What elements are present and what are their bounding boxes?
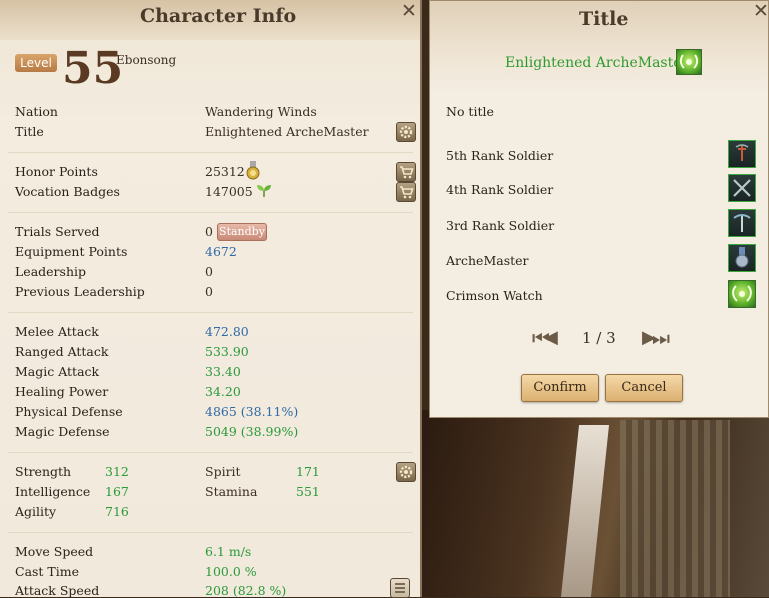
agility-value: 716 [105,504,129,519]
strength-value: 312 [105,464,129,479]
intelligence-value: 167 [105,484,129,499]
vocation-badges-label: Vocation Badges [15,184,120,199]
vocation-shop-cart-icon[interactable] [396,182,416,202]
level-badge: Level [15,54,57,72]
divider [8,532,413,533]
last-page-icon[interactable]: ⏭ [652,326,670,350]
title-option-archemaster[interactable]: ArcheMaster [446,253,529,268]
strength-label: Strength [15,464,72,479]
laurel-icon [676,49,702,75]
vocation-badges-value: 147005 [205,184,253,199]
confirm-button[interactable]: Confirm [521,374,599,402]
title-option-crimson-watch[interactable]: Crimson Watch [446,288,543,303]
healing-power-label: Healing Power [15,384,109,399]
ranged-attack-label: Ranged Attack [15,344,109,359]
physical-defense-label: Physical Defense [15,404,123,419]
honor-medal-icon [246,161,260,180]
title-label: Title [15,124,44,139]
equipment-points-label: Equipment Points [15,244,128,259]
stamina-value: 551 [296,484,320,499]
magic-attack-label: Magic Attack [15,364,100,379]
light-beam [560,425,610,597]
healing-power-value: 34.20 [205,384,241,399]
standby-badge[interactable]: Standby [217,223,267,241]
intelligence-label: Intelligence [15,484,91,499]
divider [8,452,413,453]
divider [8,152,413,153]
magic-defense-label: Magic Defense [15,424,110,439]
attributes-settings-gear-icon[interactable] [396,462,416,482]
close-icon[interactable]: ✕ [400,2,418,21]
cast-time-value: 100.0 % [205,564,257,579]
vocation-leaf-icon [257,185,271,197]
previous-leadership-value: 0 [205,284,213,299]
character-info-panel: Character Info ✕ Level 55 Ebonsong Natio… [0,0,422,598]
page-indicator: 1 / 3 [582,329,616,347]
physical-defense-value: 4865 (38.11%) [205,404,299,419]
character-name: Ebonsong [116,53,177,67]
game-world-background [420,410,769,597]
magic-defense-value: 5049 (38.99%) [205,424,299,439]
equipment-points-value: 4672 [205,244,237,259]
previous-page-icon[interactable]: ◀ [544,327,558,348]
nation-label: Nation [15,104,58,119]
trials-served-value: 0 [205,224,213,239]
spirit-label: Spirit [205,464,241,479]
title-panel: Title ✕ Enlightened ArcheMaster No title… [429,0,769,418]
carved-pillar [620,420,730,597]
title-option-3rd-rank-soldier[interactable]: 3rd Rank Soldier [446,218,554,233]
close-icon[interactable]: ✕ [752,2,769,21]
title-settings-gear-icon[interactable] [396,122,416,142]
move-speed-value: 6.1 m/s [205,544,252,559]
stamina-label: Stamina [205,484,258,499]
honor-points-label: Honor Points [15,164,98,179]
divider [8,212,413,213]
title-option-4th-rank-soldier[interactable]: 4th Rank Soldier [446,182,553,197]
ranged-attack-value: 533.90 [205,344,249,359]
move-speed-label: Move Speed [15,544,94,559]
trials-served-label: Trials Served [15,224,100,239]
magic-attack-value: 33.40 [205,364,241,379]
honor-points-value: 25312 [205,164,245,179]
current-title: Enlightened ArcheMaster [505,55,689,71]
cast-time-label: Cast Time [15,564,80,579]
details-list-icon[interactable] [390,578,410,598]
crossed-swords-icon [728,174,756,202]
nation-value: Wandering Winds [205,104,317,119]
no-title-option[interactable]: No title [446,104,494,119]
leadership-value: 0 [205,264,213,279]
character-info-title: Character Info [140,5,297,27]
melee-attack-label: Melee Attack [15,324,99,339]
divider [8,312,413,313]
sword-rank-icon [728,140,756,168]
bow-rank-icon [728,209,756,237]
melee-attack-value: 472.80 [205,324,249,339]
title-value: Enlightened ArcheMaster [205,124,369,139]
title-panel-title: Title [579,8,629,30]
cancel-button[interactable]: Cancel [605,374,683,402]
leadership-label: Leadership [15,264,86,279]
attack-speed-value: 208 (82.8 %) [205,583,287,598]
agility-label: Agility [15,504,57,519]
level-number: 55 [62,43,124,94]
spirit-value: 171 [296,464,320,479]
laurel-icon [728,280,756,308]
medal-icon [728,244,756,272]
attack-speed-label: Attack Speed [15,583,100,598]
honor-shop-cart-icon[interactable] [396,162,416,182]
previous-leadership-label: Previous Leadership [15,284,145,299]
title-option-5th-rank-soldier[interactable]: 5th Rank Soldier [446,148,553,163]
